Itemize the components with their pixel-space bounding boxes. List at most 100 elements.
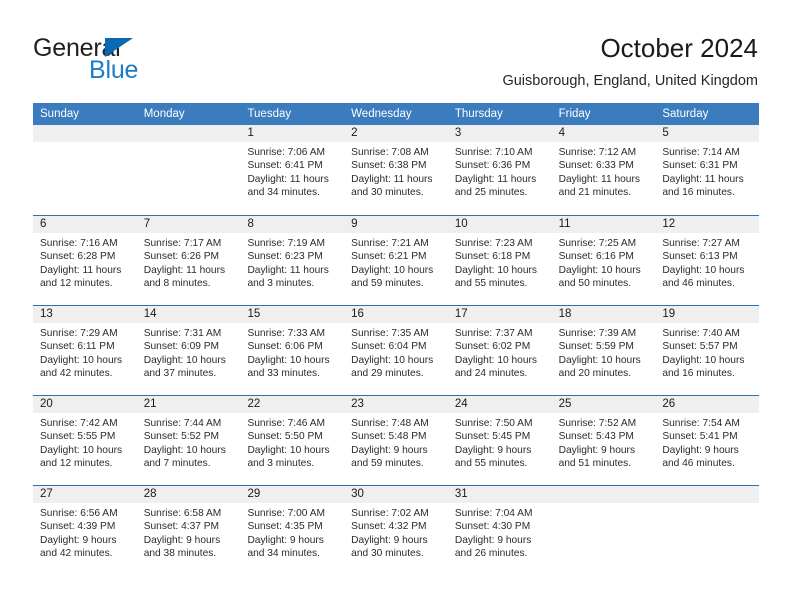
day-number: 5 xyxy=(655,125,760,142)
calendar-day-cell[interactable]: 22 Sunrise: 7:46 AM Sunset: 5:50 PM Dayligh… xyxy=(240,396,345,485)
title-block: October 2024 Guisborough, England, Unite… xyxy=(502,32,758,91)
day-number: 18 xyxy=(551,306,656,323)
day-number: 21 xyxy=(136,396,241,413)
daylight-duration: Daylight: 10 hours and 24 minutes. xyxy=(454,354,537,380)
day-number: 7 xyxy=(136,216,241,233)
sunrise-time: Sunrise: 7:08 AM xyxy=(351,147,429,158)
weekday-header-thursday: Thursday xyxy=(454,108,503,120)
calendar-day-cell[interactable]: 10 Sunrise: 7:23 AM Sunset: 6:18 PM Dayligh… xyxy=(447,216,552,305)
calendar-day-cell[interactable]: 8 Sunrise: 7:19 AM Sunset: 6:23 PM Daylight… xyxy=(240,216,345,305)
calendar-day-cell[interactable]: 12 Sunrise: 7:27 AM Sunset: 6:13 PM Dayligh… xyxy=(655,216,760,305)
calendar-day-cell[interactable]: 28 Sunrise: 6:58 AM Sunset: 4:37 PM Dayligh… xyxy=(136,486,241,575)
sunset-time: Sunset: 6:09 PM xyxy=(143,341,220,353)
calendar-day-cell[interactable]: 4 Sunrise: 7:12 AM Sunset: 6:33 PM Daylight… xyxy=(551,125,656,215)
calendar-day-cell[interactable]: 6 Sunrise: 7:16 AM Sunset: 6:28 PM Daylight… xyxy=(33,216,137,305)
daylight-duration: Daylight: 9 hours and 46 minutes. xyxy=(662,444,739,470)
sunset-time: Sunset: 5:59 PM xyxy=(558,341,634,353)
brand-logo[interactable]: General Blue xyxy=(33,34,253,90)
sunrise-time: Sunrise: 7:27 AM xyxy=(662,238,740,249)
sunrise-time: Sunrise: 7:44 AM xyxy=(143,418,222,429)
daylight-duration: Daylight: 9 hours and 34 minutes. xyxy=(247,534,324,560)
sunset-time: Sunset: 6:16 PM xyxy=(558,251,634,263)
calendar-day-cell[interactable]: 24 Sunrise: 7:50 AM Sunset: 5:45 PM Dayligh… xyxy=(447,396,552,485)
calendar-day-cell[interactable]: 7 Sunrise: 7:17 AM Sunset: 6:26 PM Daylight… xyxy=(136,216,241,305)
calendar-day-cell[interactable]: 21 Sunrise: 7:44 AM Sunset: 5:52 PM Dayligh… xyxy=(136,396,241,485)
day-number: 13 xyxy=(33,306,137,323)
day-number: 16 xyxy=(344,306,448,323)
sunrise-time: Sunrise: 7:50 AM xyxy=(454,418,533,429)
day-number: 28 xyxy=(136,486,241,503)
calendar-day-cell[interactable]: 18 Sunrise: 7:39 AM Sunset: 5:59 PM Dayligh… xyxy=(551,306,656,395)
calendar-week-row: 13 Sunrise: 7:29 AM Sunset: 6:11 PM Dayligh… xyxy=(33,305,760,395)
calendar-day-cell[interactable]: 17 Sunrise: 7:37 AM Sunset: 6:02 PM Dayligh… xyxy=(447,306,552,395)
calendar-day-cell[interactable]: 27 Sunrise: 6:56 AM Sunset: 4:39 PM Dayligh… xyxy=(33,486,137,575)
calendar-day-cell[interactable]: 13 Sunrise: 7:29 AM Sunset: 6:11 PM Dayligh… xyxy=(33,306,137,395)
daylight-duration: Daylight: 9 hours and 59 minutes. xyxy=(351,444,428,470)
day-sun-info: Sunrise: 7:29 AM Sunset: 6:11 PM Daylight:… xyxy=(33,323,137,381)
daylight-duration: Daylight: 11 hours and 21 minutes. xyxy=(558,173,640,199)
calendar-day-cell[interactable]: 25 Sunrise: 7:52 AM Sunset: 5:43 PM Dayligh… xyxy=(551,396,656,485)
sunset-time: Sunset: 6:36 PM xyxy=(454,160,531,172)
calendar-grid: Sunday Monday Tuesday Wednesday Thursday Frid… xyxy=(33,103,760,575)
day-sun-info: Sunrise: 7:50 AM Sunset: 5:45 PM Daylight:… xyxy=(448,413,552,471)
day-number: 12 xyxy=(655,216,760,233)
sunrise-time: Sunrise: 7:19 AM xyxy=(247,238,326,249)
day-sun-info: Sunrise: 7:35 AM Sunset: 6:04 PM Daylight:… xyxy=(344,323,448,381)
calendar-day-cell[interactable]: 2 Sunrise: 7:08 AM Sunset: 6:38 PM Daylight… xyxy=(344,125,448,215)
day-sun-info: Sunrise: 7:08 AM Sunset: 6:38 PM Daylight:… xyxy=(344,142,448,200)
brand-name-blue: Blue xyxy=(89,56,139,84)
day-sun-info: Sunrise: 7:42 AM Sunset: 5:55 PM Daylight:… xyxy=(33,413,137,471)
day-sun-info: Sunrise: 7:19 AM Sunset: 6:23 PM Daylight:… xyxy=(240,233,344,291)
day-number: 24 xyxy=(447,396,552,413)
weekday-header-saturday: Saturday xyxy=(662,108,709,120)
sunset-time: Sunset: 6:23 PM xyxy=(247,251,323,263)
day-number xyxy=(551,486,656,503)
day-sun-info: Sunrise: 6:56 AM Sunset: 4:39 PM Daylight:… xyxy=(33,503,137,561)
calendar-day-cell[interactable]: 14 Sunrise: 7:31 AM Sunset: 6:09 PM Dayligh… xyxy=(136,306,241,395)
calendar-day-cell[interactable]: 19 Sunrise: 7:40 AM Sunset: 5:57 PM Dayligh… xyxy=(655,306,760,395)
calendar-day-cell[interactable]: 29 Sunrise: 7:00 AM Sunset: 4:35 PM Dayligh… xyxy=(240,486,345,575)
day-sun-info: Sunrise: 7:06 AM Sunset: 6:41 PM Daylight:… xyxy=(240,142,344,200)
page-header: General Blue October 2024 Guisborough, E… xyxy=(0,0,792,100)
day-number: 23 xyxy=(344,396,448,413)
day-sun-info: Sunrise: 7:27 AM Sunset: 6:13 PM Daylight:… xyxy=(655,233,759,291)
calendar-day-cell[interactable]: 1 Sunrise: 7:06 AM Sunset: 6:41 PM Daylight… xyxy=(240,125,345,215)
sunrise-time: Sunrise: 7:37 AM xyxy=(454,328,533,339)
calendar-day-cell[interactable]: 9 Sunrise: 7:21 AM Sunset: 6:21 PM Daylight… xyxy=(344,216,448,305)
sunrise-time: Sunrise: 7:02 AM xyxy=(351,508,429,519)
calendar-day-cell[interactable]: 30 Sunrise: 7:02 AM Sunset: 4:32 PM Dayligh… xyxy=(344,486,448,575)
calendar-day-cell[interactable]: 26 Sunrise: 7:54 AM Sunset: 5:41 PM Dayligh… xyxy=(655,396,760,485)
calendar-day-cell[interactable]: 23 Sunrise: 7:48 AM Sunset: 5:48 PM Dayligh… xyxy=(344,396,448,485)
sunset-time: Sunset: 5:57 PM xyxy=(662,341,738,353)
day-number: 14 xyxy=(136,306,241,323)
day-sun-info: Sunrise: 7:52 AM Sunset: 5:43 PM Daylight:… xyxy=(552,413,656,471)
calendar-day-cell[interactable]: 15 Sunrise: 7:33 AM Sunset: 6:06 PM Dayligh… xyxy=(240,306,345,395)
sunrise-time: Sunrise: 7:40 AM xyxy=(662,328,740,339)
day-number: 3 xyxy=(447,125,552,142)
calendar-day-cell[interactable]: 16 Sunrise: 7:35 AM Sunset: 6:04 PM Dayligh… xyxy=(344,306,448,395)
calendar-week-row: 1 Sunrise: 7:06 AM Sunset: 6:41 PM Daylight… xyxy=(33,125,760,215)
daylight-duration: Daylight: 10 hours and 59 minutes. xyxy=(351,264,434,290)
daylight-duration: Daylight: 10 hours and 29 minutes. xyxy=(351,354,434,380)
calendar-week-row: 27 Sunrise: 6:56 AM Sunset: 4:39 PM Dayligh… xyxy=(33,485,760,575)
sunrise-time: Sunrise: 7:35 AM xyxy=(351,328,429,339)
calendar-day-cell[interactable]: 5 Sunrise: 7:14 AM Sunset: 6:31 PM Daylight… xyxy=(655,125,760,215)
calendar-day-cell[interactable]: 20 Sunrise: 7:42 AM Sunset: 5:55 PM Dayligh… xyxy=(33,396,137,485)
day-number: 11 xyxy=(551,216,656,233)
calendar-day-cell[interactable]: 31 Sunrise: 7:04 AM Sunset: 4:30 PM Dayligh… xyxy=(447,486,552,575)
calendar-day-cell[interactable]: 11 Sunrise: 7:25 AM Sunset: 6:16 PM Dayligh… xyxy=(551,216,656,305)
sunset-time: Sunset: 5:52 PM xyxy=(143,431,220,443)
day-number: 20 xyxy=(33,396,137,413)
sunrise-time: Sunrise: 7:54 AM xyxy=(662,418,740,429)
day-sun-info: Sunrise: 7:33 AM Sunset: 6:06 PM Daylight:… xyxy=(240,323,344,381)
day-sun-info: Sunrise: 7:14 AM Sunset: 6:31 PM Daylight:… xyxy=(655,142,759,200)
daylight-duration: Daylight: 9 hours and 26 minutes. xyxy=(454,534,532,560)
sunrise-time: Sunrise: 7:21 AM xyxy=(351,238,429,249)
calendar-day-cell[interactable]: 3 Sunrise: 7:10 AM Sunset: 6:36 PM Daylight… xyxy=(447,125,552,215)
day-number: 29 xyxy=(240,486,345,503)
weekday-header-monday: Monday xyxy=(143,108,185,120)
sunset-time: Sunset: 6:38 PM xyxy=(351,160,427,172)
day-sun-info: Sunrise: 7:02 AM Sunset: 4:32 PM Daylight:… xyxy=(344,503,448,561)
sunrise-time: Sunrise: 6:58 AM xyxy=(143,508,222,519)
sunset-time: Sunset: 5:48 PM xyxy=(351,431,427,443)
